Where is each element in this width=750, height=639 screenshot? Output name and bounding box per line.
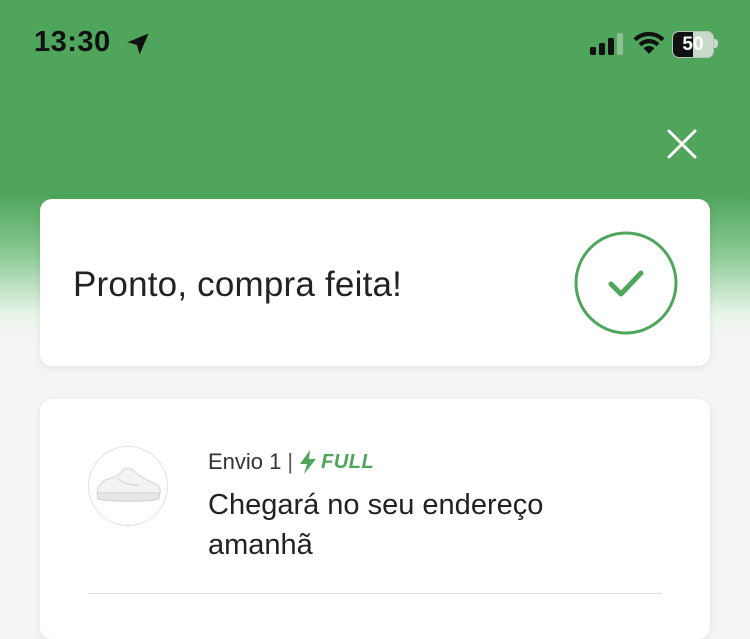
location-arrow-icon [127,33,149,55]
delivery-message: Chegará no seu endereço amanhã [208,489,544,561]
lightning-bolt-icon [300,450,317,474]
status-time: 13:30 [34,26,111,58]
sneaker-image [96,467,161,502]
close-button[interactable] [660,122,704,166]
meta-separator: | [287,449,294,474]
battery-icon: 50 [672,31,714,58]
full-badge: FULL [321,450,375,473]
check-circle-icon [574,231,678,335]
confirmation-card: Pronto, compra feita! [40,199,710,366]
confirmation-title: Pronto, compra feita! [73,265,403,304]
shipment-meta: Envio 1 | FULL [208,449,374,475]
shipment-label: Envio 1 [208,449,282,474]
product-thumbnail [88,446,168,526]
wifi-icon [633,31,665,54]
shipment-card[interactable]: Envio 1 | FULL Chegará no seu endereço a… [40,399,710,639]
battery-level: 50 [682,34,704,55]
close-icon [667,129,697,159]
cellular-signal-icon [590,33,623,55]
divider [88,593,662,594]
status-bar: 13:30 50 [0,0,750,90]
battery-tip [714,39,718,48]
